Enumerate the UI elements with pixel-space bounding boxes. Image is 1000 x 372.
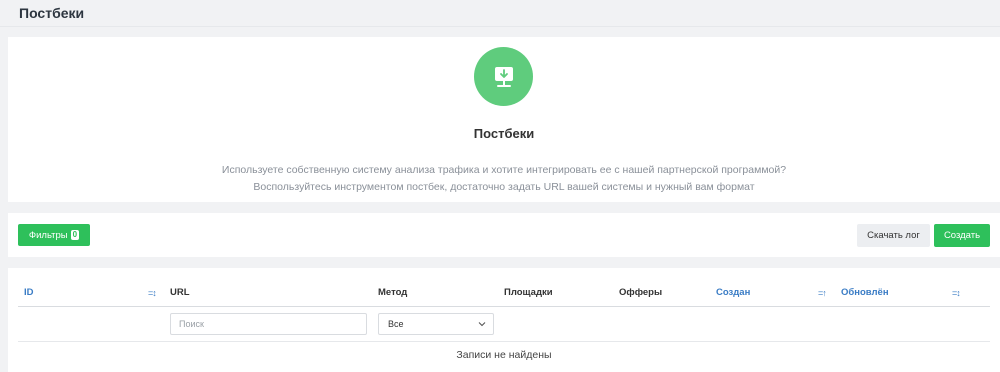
empty-state-title: Постбеки — [473, 126, 535, 141]
sort-icon[interactable]: =↑ — [818, 287, 827, 299]
column-header-updated[interactable]: Обновлён — [841, 287, 889, 299]
download-log-button[interactable]: Скачать лог — [857, 224, 930, 247]
column-header-id[interactable]: ID — [24, 287, 34, 299]
column-header-created[interactable]: Создан — [716, 287, 750, 299]
column-header-sites: Площадки — [504, 287, 553, 298]
chevron-down-icon — [478, 322, 486, 327]
filter-row-divider — [18, 341, 990, 342]
column-header-url: URL — [170, 287, 190, 298]
url-search-input[interactable] — [170, 313, 367, 335]
column-header-offers: Офферы — [619, 287, 663, 298]
description-line-1: Используете собственную систему анализа … — [221, 164, 787, 176]
method-select[interactable]: Все — [378, 313, 494, 335]
toolbar: Фильтры 0 Скачать лог Создать — [8, 213, 1000, 257]
filters-button-label: Фильтры — [28, 229, 68, 241]
empty-state-description: Используете собственную систему анализа … — [8, 162, 1000, 196]
page-title: Постбеки — [19, 5, 85, 21]
empty-state-panel: Постбеки Используете собственную систему… — [8, 37, 1000, 202]
filters-button[interactable]: Фильтры 0 — [18, 224, 90, 246]
method-select-value: Все — [388, 319, 404, 329]
sort-icon[interactable]: =↕ — [952, 287, 961, 299]
filters-count-badge: 0 — [70, 230, 80, 240]
download-to-server-icon — [474, 47, 533, 106]
column-header-method: Метод — [378, 287, 408, 298]
description-line-2: Воспользуйтесь инструментом постбек, дос… — [253, 181, 755, 193]
header-divider — [0, 26, 1000, 27]
postbacks-table: ID =↕ URL Метод Площадки Офферы Создан =… — [8, 268, 1000, 372]
sort-icon[interactable]: =↕ — [148, 287, 157, 299]
empty-table-message: Записи не найдены — [456, 349, 552, 361]
header-divider — [18, 306, 990, 307]
create-button[interactable]: Создать — [934, 224, 990, 247]
